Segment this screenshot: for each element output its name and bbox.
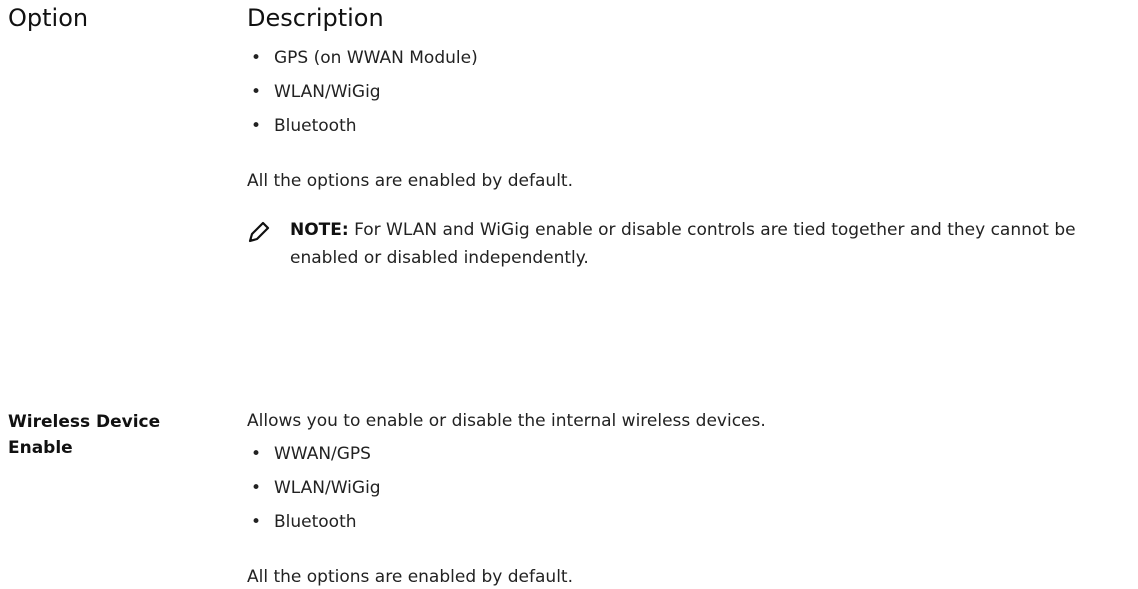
list-item-label: Bluetooth bbox=[274, 116, 357, 136]
list-item-label: WLAN/WiGig bbox=[274, 478, 381, 498]
note-label: NOTE: bbox=[290, 220, 349, 240]
list-item-label: WWAN/GPS bbox=[274, 444, 371, 464]
list-item: • GPS (on WWAN Module) bbox=[247, 41, 478, 75]
column-header-option: Option bbox=[8, 4, 89, 32]
bullet: • bbox=[251, 512, 262, 532]
list-item: • Bluetooth bbox=[247, 505, 381, 539]
default-text: All the options are enabled by default. bbox=[247, 171, 573, 191]
list-item: • WLAN/WiGig bbox=[247, 471, 381, 505]
bullet: • bbox=[251, 444, 262, 464]
list-item: • WLAN/WiGig bbox=[247, 75, 478, 109]
list-item: • WWAN/GPS bbox=[247, 437, 381, 471]
pencil-icon bbox=[248, 221, 270, 243]
option-name-line: Enable bbox=[8, 438, 73, 458]
first-options-list: • GPS (on WWAN Module) • WLAN/WiGig • Bluet… bbox=[247, 41, 478, 143]
option-name-line: Wireless Device bbox=[8, 412, 161, 432]
column-header-description: Description bbox=[247, 4, 384, 32]
bullet: • bbox=[251, 82, 262, 102]
option-name-wireless-device-enable: Wireless Device Enable bbox=[8, 409, 208, 461]
bullet: • bbox=[251, 478, 262, 498]
list-item-label: Bluetooth bbox=[274, 512, 357, 532]
option-description: Allows you to enable or disable the inte… bbox=[247, 411, 766, 431]
list-item-label: GPS (on WWAN Module) bbox=[274, 48, 478, 68]
default-text: All the options are enabled by default. bbox=[247, 567, 573, 587]
bullet: • bbox=[251, 116, 262, 136]
list-item-label: WLAN/WiGig bbox=[274, 82, 381, 102]
list-item: • Bluetooth bbox=[247, 109, 478, 143]
bullet: • bbox=[251, 48, 262, 68]
note-text: NOTE: For WLAN and WiGig enable or disab… bbox=[290, 216, 1130, 272]
note-body: For WLAN and WiGig enable or disable con… bbox=[290, 220, 1076, 268]
wireless-devices-list: • WWAN/GPS • WLAN/WiGig • Bluetooth bbox=[247, 437, 381, 539]
